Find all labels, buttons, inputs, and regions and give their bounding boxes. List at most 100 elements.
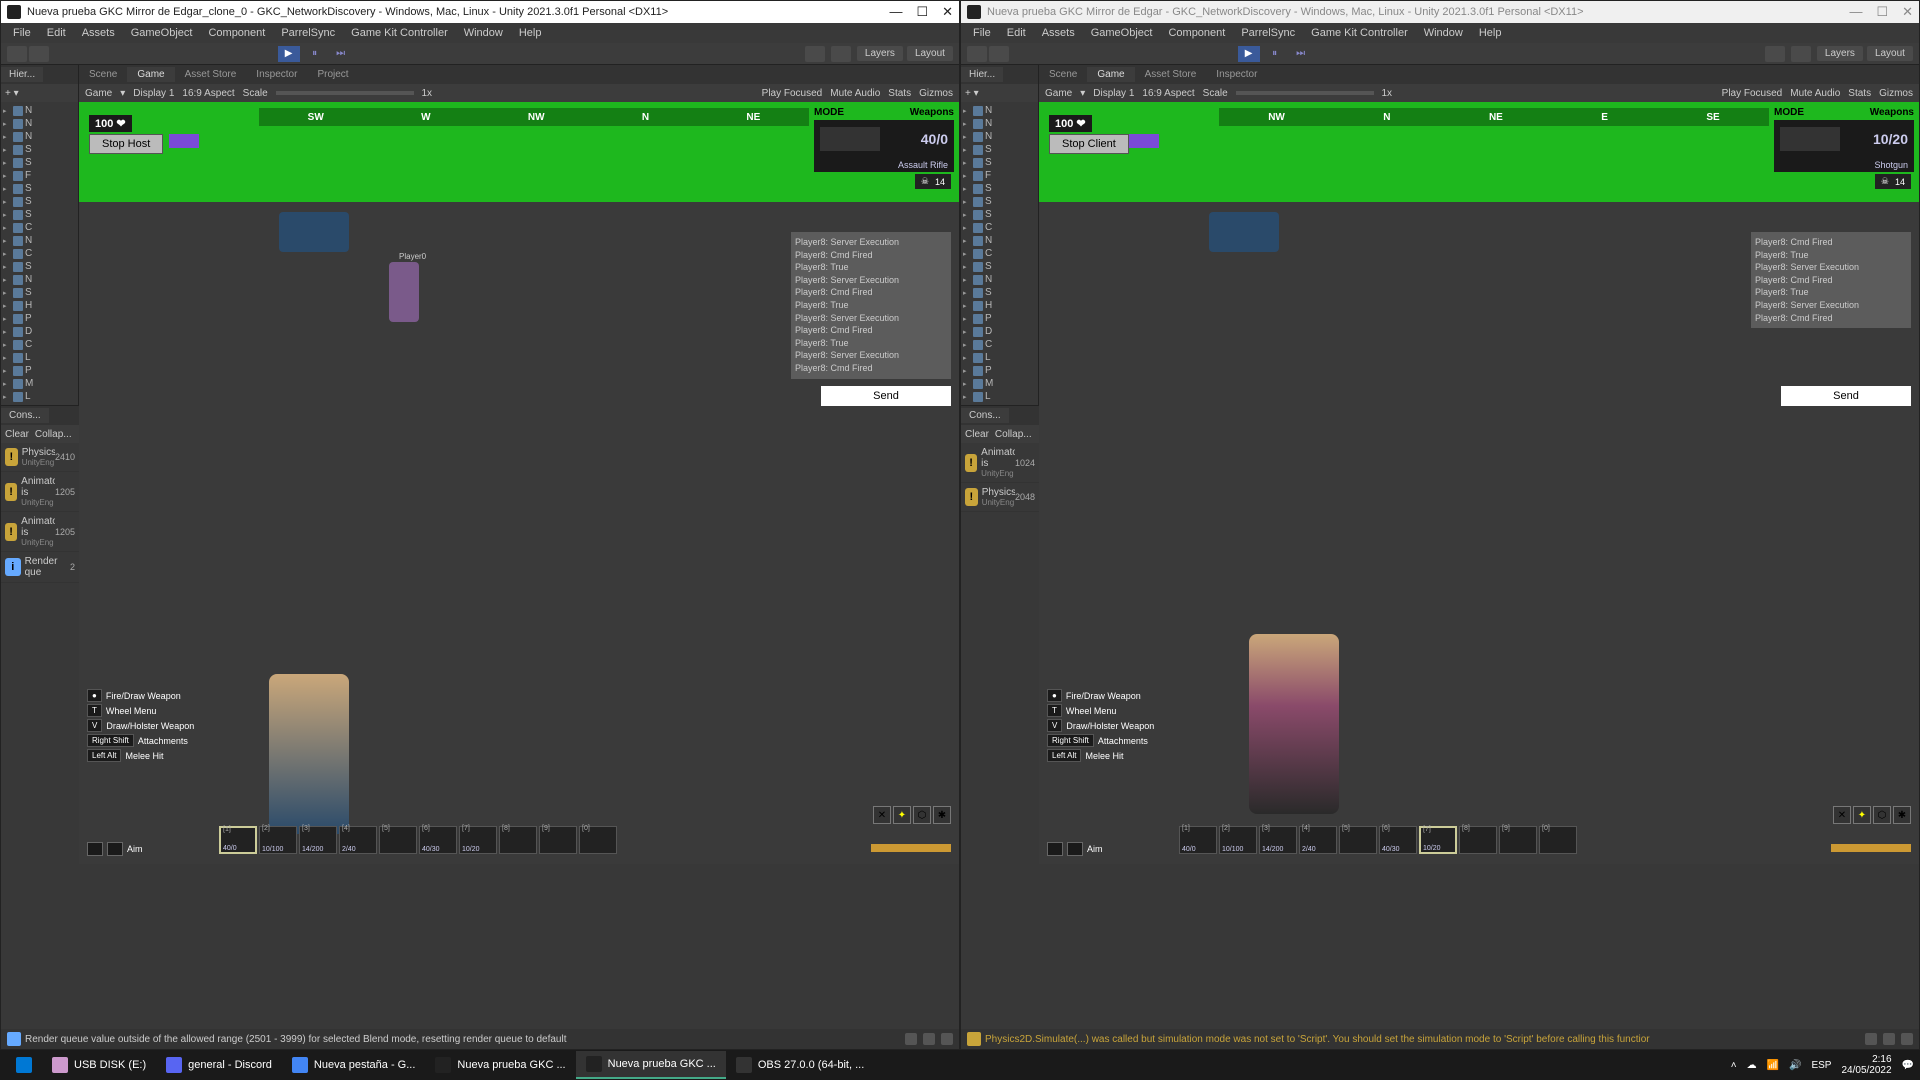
hierarchy-item[interactable]: ▸S: [961, 156, 1038, 169]
hotbar-slot[interactable]: [6]40/30: [419, 826, 457, 854]
tab-inspector[interactable]: Inspector: [1206, 67, 1267, 82]
hotbar-slot[interactable]: [9]: [1499, 826, 1537, 854]
layers-dropdown[interactable]: Layers: [857, 46, 903, 61]
hierarchy-item[interactable]: ▸M: [961, 377, 1038, 390]
menu-edit[interactable]: Edit: [999, 25, 1034, 41]
menu-component[interactable]: Component: [1160, 25, 1233, 41]
hierarchy-item[interactable]: ▸M: [1, 377, 78, 390]
menu-assets[interactable]: Assets: [1034, 25, 1083, 41]
display-dropdown[interactable]: Display 1: [133, 88, 174, 99]
hotbar-slot[interactable]: [8]: [1459, 826, 1497, 854]
play-focused-dropdown[interactable]: Play Focused: [1722, 88, 1783, 99]
hierarchy-item[interactable]: ▸P: [1, 312, 78, 325]
status-icon-3[interactable]: [1901, 1033, 1913, 1045]
menu-gameobject[interactable]: GameObject: [1083, 25, 1161, 41]
hierarchy-item[interactable]: ▸P: [961, 364, 1038, 377]
hotbar-slot[interactable]: [0]: [579, 826, 617, 854]
console-tab[interactable]: Cons...: [1, 408, 49, 423]
onedrive-icon[interactable]: ☁: [1747, 1060, 1757, 1071]
menu-file[interactable]: File: [5, 25, 39, 41]
hierarchy-item[interactable]: ▸D: [961, 325, 1038, 338]
play-button[interactable]: ▶: [278, 46, 300, 62]
titlebar-right[interactable]: Nueva prueba GKC Mirror de Edgar - GKC_N…: [961, 1, 1919, 23]
status-icon-1[interactable]: [1865, 1033, 1877, 1045]
collapse-button[interactable]: Collap...: [995, 429, 1032, 440]
create-dropdown[interactable]: + ▾: [5, 88, 19, 99]
account-button[interactable]: [7, 46, 27, 62]
ability-3-icon[interactable]: ⬡: [913, 806, 931, 824]
search-icon[interactable]: [1791, 46, 1811, 62]
tab-scene[interactable]: Scene: [1039, 67, 1087, 82]
hierarchy-item[interactable]: ▸C: [1, 338, 78, 351]
hierarchy-item[interactable]: ▸S: [1, 143, 78, 156]
tab-game[interactable]: Game: [1087, 67, 1134, 82]
ability-2-icon[interactable]: ✦: [893, 806, 911, 824]
stats-toggle[interactable]: Stats: [1848, 88, 1871, 99]
mute-audio-toggle[interactable]: Mute Audio: [1790, 88, 1840, 99]
hierarchy-item[interactable]: ▸S: [961, 182, 1038, 195]
hierarchy-item[interactable]: ▸N: [961, 234, 1038, 247]
game-view[interactable]: 100 ❤ Stop Host SWWNWNNE MODE Weapons: [79, 102, 959, 864]
hierarchy-item[interactable]: ▸S: [1, 195, 78, 208]
console-entry[interactable]: iRender que2: [1, 552, 79, 583]
taskbar-item[interactable]: USB DISK (E:): [42, 1051, 156, 1079]
menu-component[interactable]: Component: [200, 25, 273, 41]
hierarchy-item[interactable]: ▸N: [1, 104, 78, 117]
scale-slider[interactable]: [276, 91, 414, 95]
clear-button[interactable]: Clear: [965, 429, 989, 440]
status-icon-2[interactable]: [923, 1033, 935, 1045]
hierarchy-item[interactable]: ▸D: [1, 325, 78, 338]
hierarchy-item[interactable]: ▸C: [961, 247, 1038, 260]
menu-parrelsync[interactable]: ParrelSync: [273, 25, 343, 41]
hotbar-slot[interactable]: [3]14/200: [299, 826, 337, 854]
hierarchy-tab[interactable]: Hier...: [1, 67, 43, 82]
menu-game-kit-controller[interactable]: Game Kit Controller: [343, 25, 456, 41]
hierarchy-item[interactable]: ▸N: [961, 273, 1038, 286]
hierarchy-item[interactable]: ▸N: [1, 117, 78, 130]
hotbar-slot[interactable]: [7]10/20: [459, 826, 497, 854]
ability-1-icon[interactable]: ✕: [1833, 806, 1851, 824]
hierarchy-item[interactable]: ▸S: [961, 195, 1038, 208]
ability-2-icon[interactable]: ✦: [1853, 806, 1871, 824]
send-button[interactable]: Send: [821, 386, 951, 406]
hierarchy-item[interactable]: ▸L: [961, 351, 1038, 364]
cloud-button[interactable]: [29, 46, 49, 62]
hierarchy-item[interactable]: ▸N: [961, 117, 1038, 130]
mute-audio-toggle[interactable]: Mute Audio: [830, 88, 880, 99]
console-tab[interactable]: Cons...: [961, 408, 1009, 423]
hotbar-slot[interactable]: [4]2/40: [339, 826, 377, 854]
hierarchy-item[interactable]: ▸P: [1, 364, 78, 377]
hotbar-slot[interactable]: [2]10/100: [259, 826, 297, 854]
console-entry[interactable]: !Physics2DUnityEng2048: [961, 483, 1039, 512]
clock-date[interactable]: 24/05/2022: [1841, 1065, 1891, 1076]
taskbar-item[interactable]: Nueva prueba GKC ...: [576, 1051, 726, 1079]
ability-4-icon[interactable]: ✱: [933, 806, 951, 824]
gizmos-toggle[interactable]: Gizmos: [919, 88, 953, 99]
layers-dropdown[interactable]: Layers: [1817, 46, 1863, 61]
menu-gameobject[interactable]: GameObject: [123, 25, 201, 41]
gizmos-toggle[interactable]: Gizmos: [1879, 88, 1913, 99]
hierarchy-item[interactable]: ▸H: [1, 299, 78, 312]
pause-button[interactable]: ⏸: [304, 46, 326, 62]
hotbar-slot[interactable]: [9]: [539, 826, 577, 854]
menu-parrelsync[interactable]: ParrelSync: [1233, 25, 1303, 41]
taskbar-item[interactable]: Nueva prueba GKC ...: [425, 1051, 575, 1079]
stop-client-button[interactable]: Stop Client: [1049, 134, 1129, 154]
hierarchy-item[interactable]: ▸L: [961, 390, 1038, 403]
display-dropdown[interactable]: Display 1: [1093, 88, 1134, 99]
console-entry[interactable]: !Animator isUnityEng1205: [1, 512, 79, 552]
play-button[interactable]: ▶: [1238, 46, 1260, 62]
hotbar-slot[interactable]: [0]: [1539, 826, 1577, 854]
console-entry[interactable]: !Physics2DUnityEng2410: [1, 443, 79, 472]
maximize-button[interactable]: ☐: [916, 4, 928, 20]
hierarchy-item[interactable]: ▸N: [1, 130, 78, 143]
step-button[interactable]: ⏭: [330, 46, 352, 62]
hierarchy-item[interactable]: ▸C: [961, 338, 1038, 351]
hierarchy-item[interactable]: ▸C: [961, 221, 1038, 234]
ability-3-icon[interactable]: ⬡: [1873, 806, 1891, 824]
hierarchy-item[interactable]: ▸N: [1, 234, 78, 247]
status-icon-2[interactable]: [1883, 1033, 1895, 1045]
scale-slider[interactable]: [1236, 91, 1374, 95]
menu-window[interactable]: Window: [1416, 25, 1471, 41]
layout-dropdown[interactable]: Layout: [907, 46, 953, 61]
